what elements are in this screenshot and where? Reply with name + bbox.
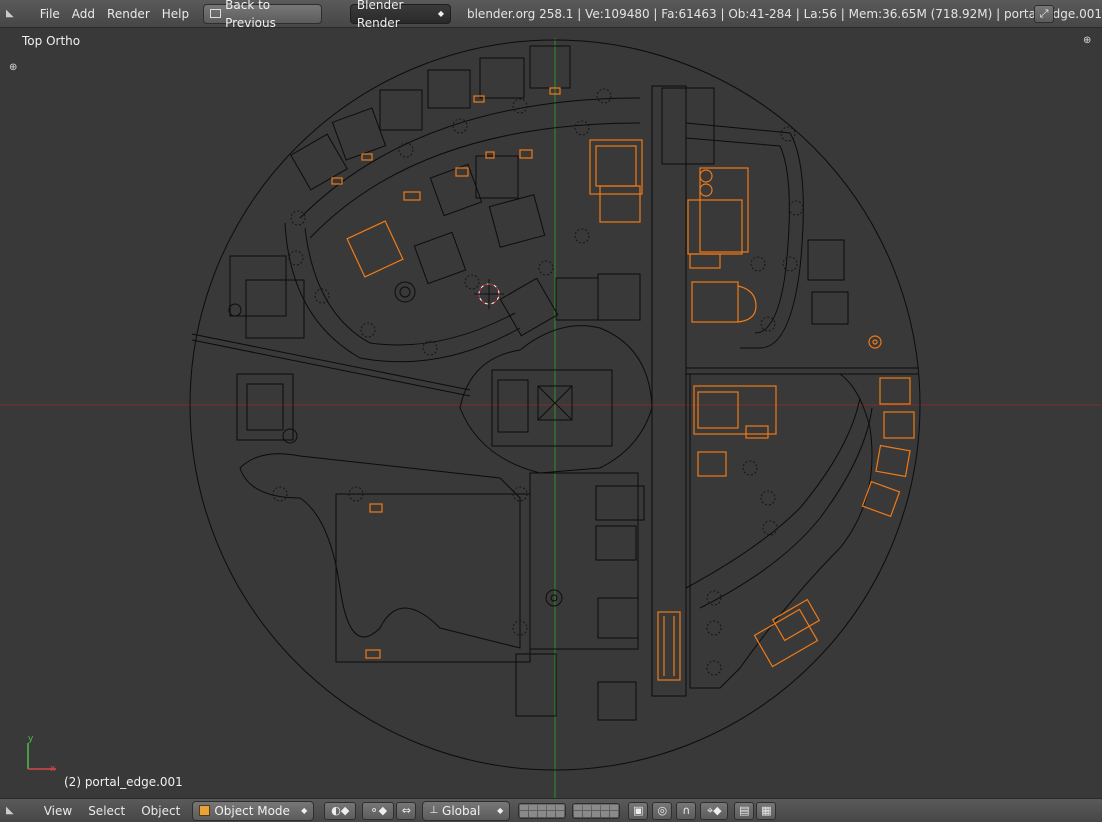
layer-lock-icon[interactable]: ▣: [628, 801, 649, 820]
fullscreen-icon[interactable]: ⤢: [1034, 5, 1054, 23]
view-label: Top Ortho: [22, 34, 81, 48]
mode-value: Object Mode: [214, 803, 290, 818]
viewport-shading-select[interactable]: ◐◆: [324, 801, 357, 820]
menu-object[interactable]: Object: [133, 804, 188, 818]
manipulator-toggle-icon[interactable]: ⇔: [396, 801, 417, 820]
layers-group-1[interactable]: [518, 802, 567, 819]
info-header: ◣ File Add Render Help Back to Previous …: [0, 0, 1102, 30]
screen-icon: [210, 9, 222, 18]
snap-toggle-icon[interactable]: ∩: [676, 801, 697, 820]
transform-orientation-select[interactable]: ⊥ Global ◆: [422, 800, 511, 821]
render-opengl-icon[interactable]: ▤: [734, 801, 755, 820]
updown-arrows-icon-mode: ◆: [301, 805, 308, 815]
back-to-previous-label: Back to Previous: [225, 0, 276, 30]
back-to-previous-button[interactable]: Back to Previous: [203, 0, 322, 30]
scene-wireframe: [0, 38, 1102, 798]
render-animation-icon[interactable]: ▦: [756, 801, 777, 820]
active-object-label: (2) portal_edge.001: [64, 775, 183, 789]
menu-view[interactable]: View: [36, 804, 80, 818]
editor-type-icon-bottom[interactable]: ◣: [6, 805, 14, 816]
menu-file[interactable]: File: [34, 7, 66, 21]
menu-select[interactable]: Select: [80, 804, 133, 818]
layers-group-2[interactable]: [572, 802, 621, 819]
orientation-value: Global: [442, 803, 481, 818]
region-toggle-right-icon[interactable]: ⊕: [1083, 35, 1091, 46]
updown-arrows-icon-orient: ◆: [497, 805, 504, 815]
axis-x-label: x: [50, 764, 56, 774]
render-engine-value: Blender Render: [356, 0, 404, 30]
orientation-icon: ⊥: [429, 804, 439, 816]
editor-type-icon[interactable]: ◣: [6, 8, 14, 19]
scene-stats: blender.org 258.1 | Ve:109480 | Fa:61463…: [466, 6, 1102, 21]
updown-arrows-icon: ◆: [437, 8, 444, 18]
menu-help[interactable]: Help: [156, 7, 195, 21]
region-toggle-left-icon[interactable]: ⊕: [9, 62, 17, 73]
snap-element-select[interactable]: ⌖◆: [700, 801, 729, 820]
mode-select[interactable]: Object Mode ◆: [192, 800, 315, 821]
menu-render[interactable]: Render: [101, 7, 156, 21]
menu-add[interactable]: Add: [66, 7, 101, 21]
3d-viewport[interactable]: Top Ortho ⊕ ⊕ y x (2) portal_edge.001: [0, 28, 1102, 798]
3d-view-header: ◣ View Select Object Object Mode ◆ ◐◆ ⚬◆…: [0, 798, 1102, 822]
axis-y-label: y: [28, 734, 34, 744]
render-engine-select[interactable]: Blender Render ◆: [349, 0, 451, 30]
proportional-edit-icon[interactable]: ◎: [652, 801, 673, 820]
pivot-point-select[interactable]: ⚬◆: [362, 801, 395, 820]
object-cube-icon: [199, 805, 211, 816]
